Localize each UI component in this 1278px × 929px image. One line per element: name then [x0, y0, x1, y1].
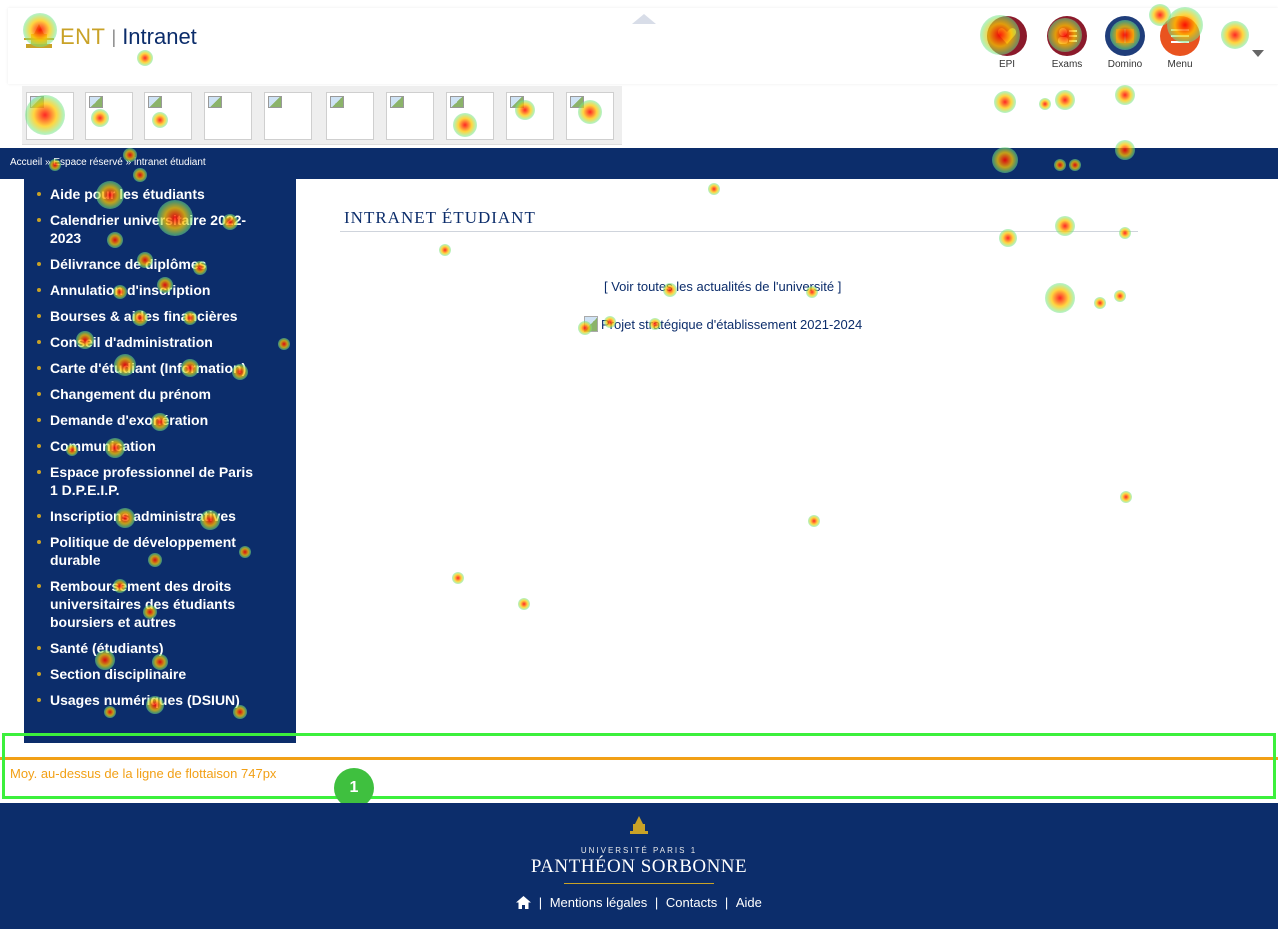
heatmap-spot	[114, 354, 136, 376]
heatmap-spot	[649, 318, 661, 330]
heatmap-spot	[157, 200, 193, 236]
heatmap-spot	[232, 364, 248, 380]
heatmap-spot	[1045, 283, 1075, 313]
heatmap-spot	[148, 553, 162, 567]
heatmap-spot	[66, 444, 78, 456]
heatmap-spot	[23, 13, 57, 47]
heatmap-spot	[515, 100, 535, 120]
heatmap-spot	[181, 359, 199, 377]
heatmap-spot	[152, 112, 168, 128]
heatmap-spot	[132, 310, 148, 326]
heatmap-spot	[1119, 227, 1131, 239]
heatmap-spot	[49, 159, 61, 171]
heatmap-spot	[95, 650, 115, 670]
heatmap-spot	[1069, 159, 1081, 171]
heatmap-spot	[152, 654, 168, 670]
click-heatmap-overlay	[0, 0, 1278, 929]
heatmap-spot	[453, 113, 477, 137]
heatmap-spot	[1094, 297, 1106, 309]
heatmap-spot	[1115, 85, 1135, 105]
heatmap-spot	[1055, 90, 1075, 110]
heatmap-spot	[604, 316, 616, 328]
heatmap-spot	[123, 148, 137, 162]
heatmap-spot	[578, 100, 602, 124]
heatmap-spot	[1054, 159, 1066, 171]
heatmap-spot	[143, 605, 157, 619]
heatmap-spot	[157, 277, 173, 293]
heatmap-spot	[1115, 140, 1135, 160]
heatmap-spot	[1039, 98, 1051, 110]
heatmap-spot	[278, 338, 290, 350]
heatmap-spot	[994, 91, 1016, 113]
heatmap-spot	[200, 510, 220, 530]
heatmap-spot	[115, 508, 135, 528]
heatmap-spot	[25, 95, 65, 135]
heatmap-spot	[183, 311, 197, 325]
heatmap-spot	[452, 572, 464, 584]
heatmap-spot	[107, 232, 123, 248]
heatmap-spot	[806, 286, 818, 298]
heatmap-spot	[113, 285, 127, 299]
heatmap-spot	[1055, 216, 1075, 236]
heatmap-spot	[91, 109, 109, 127]
heatmap-spot	[146, 696, 164, 714]
heatmap-spot	[1110, 20, 1140, 50]
heatmap-spot	[133, 168, 147, 182]
heatmap-spot	[233, 705, 247, 719]
heatmap-spot	[76, 331, 94, 349]
heatmap-spot	[193, 261, 207, 275]
heatmap-spot	[239, 546, 251, 558]
heatmap-spot	[222, 214, 238, 230]
heatmap-spot	[518, 598, 530, 610]
heatmap-spot	[999, 229, 1017, 247]
heatmap-spot	[113, 579, 127, 593]
heatmap-spot	[105, 438, 125, 458]
heatmap-spot	[439, 244, 451, 256]
heatmap-spot	[1048, 18, 1082, 52]
heatmap-spot	[808, 515, 820, 527]
heatmap-spot	[992, 147, 1018, 173]
heatmap-spot	[137, 252, 153, 268]
heatmap-spot	[708, 183, 720, 195]
heatmap-spot	[578, 321, 592, 335]
heatmap-spot	[96, 181, 124, 209]
heatmap-spot	[1120, 491, 1132, 503]
heatmap-spot	[1149, 4, 1171, 26]
heatmap-spot	[151, 413, 169, 431]
heatmap-spot	[663, 283, 677, 297]
heatmap-spot	[980, 15, 1020, 55]
heatmap-spot	[104, 706, 116, 718]
heatmap-spot	[1114, 290, 1126, 302]
heatmap-spot	[1221, 21, 1249, 49]
heatmap-spot	[1167, 7, 1203, 43]
heatmap-spot	[137, 50, 153, 66]
